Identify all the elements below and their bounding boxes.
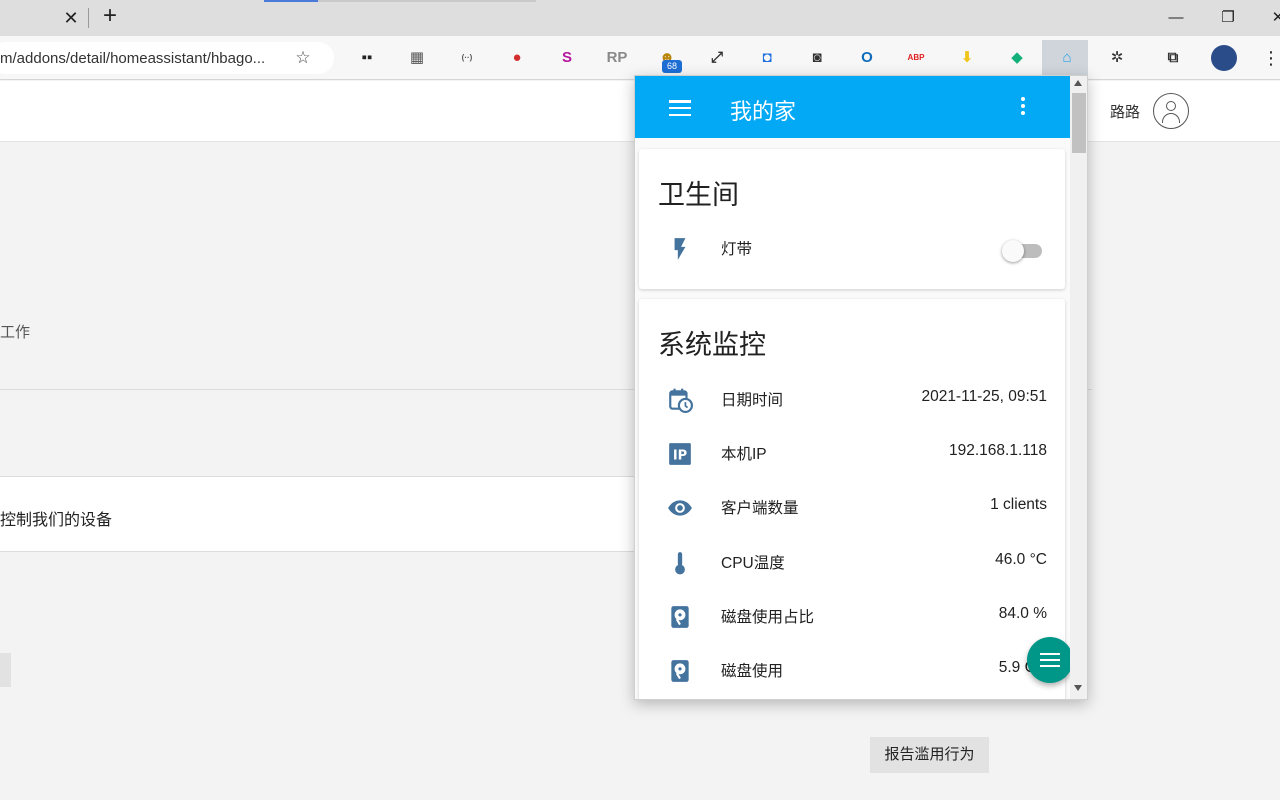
browser-toolbar: m/addons/detail/homeassistant/hbago... ☆ bbox=[0, 36, 1280, 80]
address-bar[interactable]: m/addons/detail/homeassistant/hbago... ☆ bbox=[0, 42, 334, 74]
entity-label: 日期时间 bbox=[721, 392, 784, 409]
ha-toolbar: 我的家 bbox=[635, 76, 1070, 138]
calendar-clock-icon bbox=[669, 388, 693, 413]
tab-manager-extension-icon[interactable]: ▪▪ bbox=[356, 47, 378, 69]
tab-strip-edge bbox=[318, 0, 536, 2]
card-title: 卫生间 bbox=[658, 180, 739, 210]
ha-title: 我的家 bbox=[730, 99, 797, 124]
entity-row: CPU温度 46.0 °C bbox=[639, 535, 1065, 589]
add-favorite-icon[interactable]: ☆ bbox=[291, 46, 315, 70]
close-tab-icon[interactable]: ✕ bbox=[60, 7, 82, 29]
green-extension-icon[interactable]: ◆ bbox=[1006, 47, 1028, 69]
entity-value: 192.168.1.118 bbox=[949, 442, 1047, 459]
expand-extension-icon[interactable]: ⤢ bbox=[706, 47, 728, 69]
entity-row: 磁盘使用占比 84.0 % bbox=[639, 589, 1065, 643]
entity-value: 46.0 °C bbox=[995, 551, 1047, 568]
active-tab-indicator bbox=[264, 0, 318, 2]
profile-avatar[interactable] bbox=[1211, 45, 1237, 71]
scrollbar-thumb[interactable] bbox=[1072, 93, 1086, 153]
puzzle-extension-icon[interactable]: ✲ bbox=[1106, 47, 1128, 69]
outlook-extension-icon[interactable]: O bbox=[856, 47, 878, 69]
page-button-partial[interactable] bbox=[0, 653, 11, 687]
extension-badge-count: 68 bbox=[662, 60, 682, 73]
ip-icon: IP bbox=[669, 443, 691, 465]
qr-code-extension-icon[interactable]: ▦ bbox=[406, 47, 428, 69]
browser-menu-button[interactable]: ⋮ bbox=[1262, 46, 1280, 70]
browser-title-bar bbox=[0, 0, 1280, 36]
record-extension-icon[interactable]: ● bbox=[506, 47, 528, 69]
user-account-icon[interactable] bbox=[1153, 93, 1189, 129]
card-bathroom: 卫生间 灯带 bbox=[639, 149, 1065, 289]
entity-label: 磁盘使用占比 bbox=[721, 609, 815, 626]
page-text-fragment: 工作 bbox=[0, 324, 31, 341]
minimize-button[interactable]: — bbox=[1164, 6, 1188, 30]
s-extension-icon[interactable]: S bbox=[556, 47, 578, 69]
home-assistant-extension-icon[interactable]: ⌂ bbox=[1056, 47, 1078, 69]
harddisk-icon bbox=[671, 660, 689, 682]
user-name[interactable]: 路路 bbox=[1110, 101, 1140, 122]
new-tab-button[interactable]: + bbox=[98, 4, 122, 29]
rp-extension-icon[interactable]: RP bbox=[606, 47, 628, 69]
report-abuse-button[interactable]: 报告滥用行为 bbox=[870, 737, 989, 773]
entity-row: IP 本机IP 192.168.1.118 bbox=[639, 426, 1065, 480]
scroll-down-arrow-icon[interactable] bbox=[1074, 685, 1082, 691]
scroll-up-arrow-icon[interactable] bbox=[1074, 80, 1082, 86]
thermometer-icon bbox=[675, 552, 685, 575]
entity-label: 磁盘使用 bbox=[721, 663, 784, 680]
entity-row: 客户端数量 1 clients bbox=[639, 480, 1065, 534]
harddisk-icon bbox=[671, 606, 689, 628]
entity-label: CPU温度 bbox=[721, 555, 785, 572]
popup-scrollbar[interactable] bbox=[1070, 76, 1087, 699]
light-strip-toggle[interactable] bbox=[1002, 239, 1042, 263]
lightning-icon bbox=[674, 238, 686, 260]
close-window-button[interactable]: ✕ bbox=[1266, 6, 1280, 30]
svg-text:IP: IP bbox=[673, 448, 687, 463]
tab-divider bbox=[88, 8, 89, 28]
dot-dash-extension-icon[interactable]: (··) bbox=[456, 47, 478, 69]
entity-row: 磁盘使用 5.9 GB bbox=[639, 643, 1065, 697]
entity-label: 客户端数量 bbox=[721, 500, 799, 517]
adblock-extension-icon[interactable]: ABP bbox=[905, 47, 927, 69]
capture-extension-icon[interactable]: ◘ bbox=[756, 47, 778, 69]
entity-value: 84.0 % bbox=[998, 605, 1047, 622]
entity-value: 1 clients bbox=[990, 496, 1047, 513]
page-description-text: 控制我们的设备 bbox=[0, 512, 113, 529]
card-title: 系统监控 bbox=[658, 330, 766, 360]
more-vertical-icon[interactable] bbox=[1018, 97, 1028, 119]
home-assistant-popup: 我的家 卫生间 灯带 系统监控 日期时间 2021-11-25, 09:51 I… bbox=[634, 75, 1088, 700]
entity-label: 灯带 bbox=[721, 241, 753, 258]
card-system-monitor: 系统监控 日期时间 2021-11-25, 09:51 IP 本机IP 192.… bbox=[639, 299, 1065, 699]
collections-extension-icon[interactable]: ⧉ bbox=[1162, 47, 1184, 69]
restore-button[interactable]: ❐ bbox=[1216, 6, 1240, 30]
url-text[interactable]: m/addons/detail/homeassistant/hbago... bbox=[0, 50, 265, 67]
fab-menu-button[interactable] bbox=[1027, 637, 1073, 683]
eye-icon bbox=[668, 500, 692, 516]
entity-row: 日期时间 2021-11-25, 09:51 bbox=[639, 372, 1065, 426]
screenshot-extension-icon[interactable]: ◙ bbox=[806, 47, 828, 69]
entity-value: 2021-11-25, 09:51 bbox=[921, 388, 1047, 405]
download-extension-icon[interactable]: ⬇ bbox=[956, 47, 978, 69]
menu-icon[interactable] bbox=[669, 100, 691, 117]
entity-label: 本机IP bbox=[721, 446, 767, 463]
